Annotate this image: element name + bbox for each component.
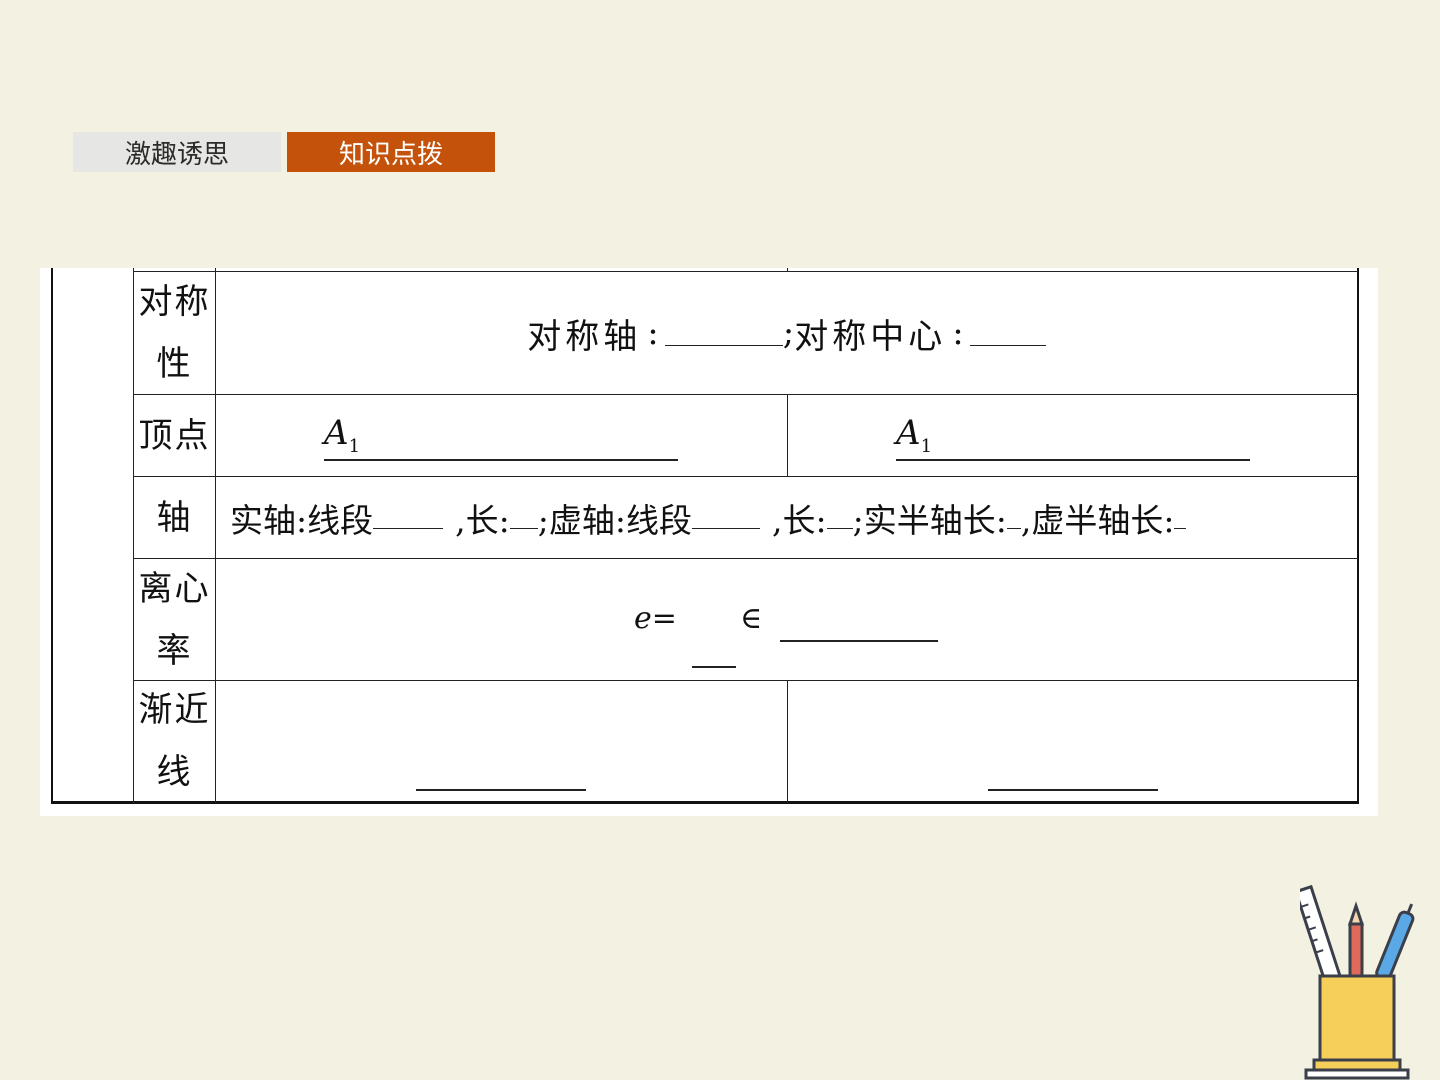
vertex-label-cell: 顶点	[134, 395, 215, 476]
eccentricity-label-line2: 率	[156, 630, 193, 671]
eccentricity-in-symbol: ∈	[740, 601, 763, 636]
mid-divider-vertex	[787, 394, 788, 476]
row-line-4	[133, 680, 1358, 681]
eccentricity-label-line1: 离心	[138, 568, 211, 609]
asymptote-label-line1: 渐近	[138, 690, 211, 730]
eccentricity-label-cell: 离心 率	[134, 559, 215, 680]
symmetry-label-line1: 对称	[138, 282, 211, 322]
vertex-right-blank	[896, 459, 1250, 461]
asymptote-right-blank	[988, 789, 1158, 791]
axis-imag-segment-blank	[691, 506, 760, 529]
symmetry-label-line2: 性	[156, 344, 193, 384]
row-line-1	[133, 394, 1358, 395]
mid-divider-asymptote	[787, 680, 788, 803]
hyperbola-properties-table: 对称 性 对称轴 : ; 对称中心 : 顶点 A1 A1 轴 实轴:线段 ,长:…	[40, 268, 1378, 816]
table-right-border	[1357, 268, 1359, 803]
asymptote-left-blank	[416, 789, 586, 791]
tab-bar: 激趣诱思 知识点拨	[73, 132, 495, 172]
symmetry-label-cell: 对称 性	[134, 272, 215, 394]
symmetry-axis-label: 对称轴	[527, 316, 642, 357]
table-left-border	[51, 268, 53, 803]
vertex-left-letter: A	[324, 413, 349, 453]
asymptote-label-line2: 线	[156, 752, 193, 792]
row-line-3	[133, 558, 1358, 559]
vertex-left-a1: A1	[324, 413, 360, 457]
vertex-right-subscript: 1	[920, 435, 933, 457]
axis-real-segment-blank	[373, 506, 444, 529]
vertex-left-subscript: 1	[348, 435, 361, 457]
pencil-cup-icon	[1300, 884, 1415, 1080]
symmetry-content-cell: 对称轴 : ; 对称中心 :	[216, 272, 1357, 394]
symmetry-center-label: 对称中心	[794, 316, 947, 357]
asymptote-label-cell: 渐近 线	[134, 681, 215, 801]
axis-label-cell: 轴	[134, 477, 215, 558]
axis-real-length-blank	[509, 506, 538, 529]
vertex-right-letter: A	[896, 413, 921, 453]
symmetry-center-blank	[969, 321, 1046, 346]
axis-imag-length-text: ,长:	[771, 500, 827, 540]
axis-real-semi-blank	[1006, 506, 1021, 529]
axis-real-segment-text: 实轴:线段	[230, 500, 374, 540]
symmetry-axis-blank	[664, 321, 783, 346]
vertex-label: 顶点	[138, 415, 211, 456]
eccentricity-range-blank	[780, 640, 938, 642]
symmetry-separator: ;	[782, 313, 795, 353]
vertex-right-a1: A1	[896, 413, 932, 457]
vertex-left-blank	[324, 459, 678, 461]
tab-jiqu-yousi[interactable]: 激趣诱思	[73, 132, 281, 172]
eccentricity-e-equals: e=	[634, 601, 677, 636]
axis-imag-semi-blank	[1174, 506, 1187, 529]
axis-imag-semi-text: ,虚半轴长:	[1020, 500, 1175, 540]
axis-real-length-text: ,长:	[455, 500, 510, 540]
table-bottom-border	[51, 801, 1359, 804]
axis-imag-segment-text: ;虚轴:线段	[537, 500, 692, 540]
tab-zhishi-dianbo[interactable]: 知识点拨	[287, 132, 495, 172]
axis-content-cell: 实轴:线段 ,长: ;虚轴:线段 ,长: ;实半轴长: ,虚半轴长:	[216, 477, 1357, 558]
axis-real-semi-text: ;实半轴长:	[852, 500, 1007, 540]
axis-label: 轴	[156, 497, 193, 538]
eccentricity-fraction-blank	[692, 666, 736, 668]
axis-imag-length-blank	[826, 506, 853, 529]
